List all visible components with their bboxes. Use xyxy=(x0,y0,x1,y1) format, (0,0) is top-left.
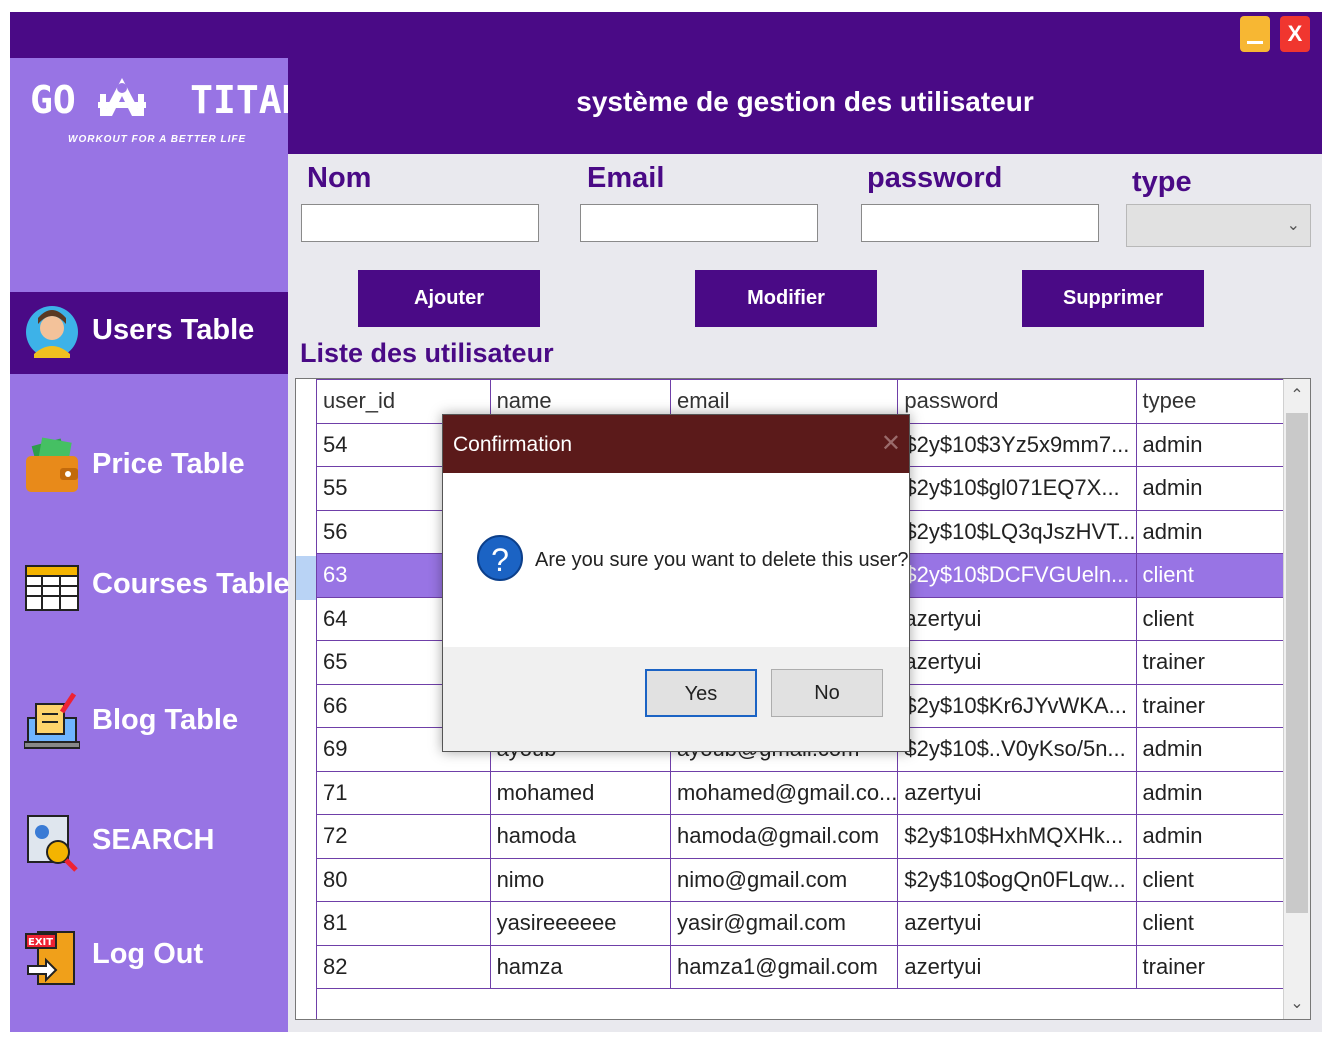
dumbbell-logo-icon xyxy=(98,78,146,116)
sidebar-item-price-table[interactable]: Price Table xyxy=(10,426,288,508)
logo: GO TITANS WORKOUT FOR A BETTER LIFE xyxy=(30,70,327,170)
table-row[interactable]: 82 hamza hamza1@gmail.com azertyui trainer xyxy=(316,944,1310,989)
email-label: Email xyxy=(587,162,665,194)
exit-door-icon: EXIT xyxy=(25,931,75,985)
page-header: système de gestion des utilisateur xyxy=(288,58,1322,154)
table-cell[interactable]: hamza xyxy=(489,944,671,989)
vertical-scrollbar[interactable]: ⌃ ⌄ xyxy=(1283,379,1310,1019)
table-cell[interactable]: 81 xyxy=(316,901,491,946)
dialog-title-bar: Confirmation ✕ xyxy=(443,415,909,473)
sidebar-item-label: Users Table xyxy=(92,314,255,346)
table-cell[interactable]: $2y$10$HxhMQXHk... xyxy=(897,814,1137,859)
table-cell[interactable]: mohamed xyxy=(489,770,671,815)
row-header-column xyxy=(296,379,317,1019)
column-header[interactable]: password xyxy=(897,379,1137,424)
table-cell[interactable]: nimo xyxy=(489,857,671,902)
search-doc-icon xyxy=(27,815,78,872)
logo-tagline: WORKOUT FOR A BETTER LIFE xyxy=(68,134,247,145)
edit-button[interactable]: Modifier xyxy=(695,270,877,327)
table-row[interactable]: 80 nimo nimo@gmail.com $2y$10$ogQn0FLqw... c… xyxy=(316,857,1310,902)
table-cell[interactable]: azertyui xyxy=(897,596,1137,641)
table-cell[interactable]: azertyui xyxy=(897,770,1137,815)
table-cell[interactable]: mohamed@gmail.co... xyxy=(669,770,899,815)
yes-button[interactable]: Yes xyxy=(645,669,757,717)
table-cell[interactable]: $2y$10$LQ3qJszHVT... xyxy=(897,509,1137,554)
dialog-footer: Yes No xyxy=(443,647,909,751)
password-input[interactable] xyxy=(861,204,1099,242)
table-cell[interactable]: hamoda@gmail.com xyxy=(669,814,899,859)
list-title: Liste des utilisateur xyxy=(300,338,554,368)
minimize-button[interactable] xyxy=(1240,16,1270,52)
table-cell[interactable]: yasir@gmail.com xyxy=(669,901,899,946)
table-cell[interactable]: $2y$10$ogQn0FLqw... xyxy=(897,857,1137,902)
sidebar-item-search[interactable]: SEARCH xyxy=(10,802,288,884)
table-row[interactable]: 72 hamoda hamoda@gmail.com $2y$10$HxhMQXHk.… xyxy=(316,814,1310,859)
blog-icon xyxy=(24,692,80,749)
sidebar xyxy=(10,58,288,1032)
sidebar-item-users-table[interactable]: Users Table xyxy=(10,292,288,374)
table-cell[interactable]: 82 xyxy=(316,944,491,989)
table-row[interactable]: 71 mohamed mohamed@gmail.co... azertyui admi… xyxy=(316,770,1310,815)
page-title: système de gestion des utilisateur xyxy=(576,86,1034,117)
title-bar: X xyxy=(10,12,1322,58)
email-input[interactable] xyxy=(580,204,818,242)
nom-label: Nom xyxy=(307,162,372,194)
confirmation-dialog: Confirmation ✕ ? Are you sure you want t… xyxy=(442,414,910,752)
sidebar-item-log-out[interactable]: EXIT Log Out xyxy=(10,916,288,998)
table-cell[interactable]: $2y$10$3Yz5x9mm7... xyxy=(897,422,1137,467)
table-icon xyxy=(25,565,79,611)
app-window: X GO TITANS WORKOUT FOR A BETTER LIFE Us… xyxy=(10,12,1322,1032)
table-cell[interactable]: 71 xyxy=(316,770,491,815)
scroll-up-icon[interactable]: ⌃ xyxy=(1284,385,1310,405)
sidebar-item-label: Courses Table xyxy=(92,568,290,600)
close-button[interactable]: X xyxy=(1280,16,1310,52)
sidebar-item-label: SEARCH xyxy=(92,824,215,856)
table-cell[interactable]: azertyui xyxy=(897,944,1137,989)
type-select[interactable]: ⌄ xyxy=(1126,204,1311,247)
table-cell[interactable]: 80 xyxy=(316,857,491,902)
scroll-down-icon[interactable]: ⌄ xyxy=(1284,993,1310,1013)
sidebar-item-label: Log Out xyxy=(92,938,204,970)
chevron-down-icon: ⌄ xyxy=(1286,217,1300,234)
table-cell[interactable]: azertyui xyxy=(897,901,1137,946)
nom-input[interactable] xyxy=(301,204,539,242)
dialog-message: Are you sure you want to delete this use… xyxy=(535,549,909,571)
scroll-thumb[interactable] xyxy=(1286,413,1308,913)
selected-row-marker xyxy=(296,556,316,600)
logo-text: GO TITANS xyxy=(30,78,328,122)
table-cell[interactable]: azertyui xyxy=(897,640,1137,685)
svg-text:EXIT: EXIT xyxy=(28,937,53,948)
table-cell[interactable]: hamoda xyxy=(489,814,671,859)
table-cell[interactable]: hamza1@gmail.com xyxy=(669,944,899,989)
table-cell[interactable]: 72 xyxy=(316,814,491,859)
table-cell[interactable]: $2y$10$Kr6JYvWKA... xyxy=(897,683,1137,728)
table-row[interactable]: 81 yasireeeeee yasir@gmail.com azertyui clie… xyxy=(316,901,1310,946)
table-cell[interactable]: $2y$10$..V0yKso/5n... xyxy=(897,727,1137,772)
sidebar-item-label: Price Table xyxy=(92,448,245,480)
sidebar-item-blog-table[interactable]: Blog Table xyxy=(10,682,288,764)
question-icon: ? xyxy=(477,535,523,581)
password-label: password xyxy=(867,162,1003,194)
table-cell[interactable]: yasireeeeee xyxy=(489,901,671,946)
dialog-close-icon[interactable]: ✕ xyxy=(881,429,901,458)
sidebar-item-label: Blog Table xyxy=(92,704,239,736)
user-avatar-icon xyxy=(26,306,78,358)
type-label: type xyxy=(1132,166,1192,198)
wallet-icon xyxy=(26,437,78,492)
dialog-title: Confirmation xyxy=(453,433,573,456)
sidebar-item-courses-table[interactable]: Courses Table xyxy=(10,546,290,628)
delete-button[interactable]: Supprimer xyxy=(1022,270,1204,327)
no-button[interactable]: No xyxy=(771,669,883,717)
table-cell[interactable]: $2y$10$gl071EQ7X... xyxy=(897,466,1137,511)
table-cell[interactable]: $2y$10$DCFVGUeln... xyxy=(897,553,1137,598)
table-cell[interactable]: nimo@gmail.com xyxy=(669,857,899,902)
add-button[interactable]: Ajouter xyxy=(358,270,540,327)
